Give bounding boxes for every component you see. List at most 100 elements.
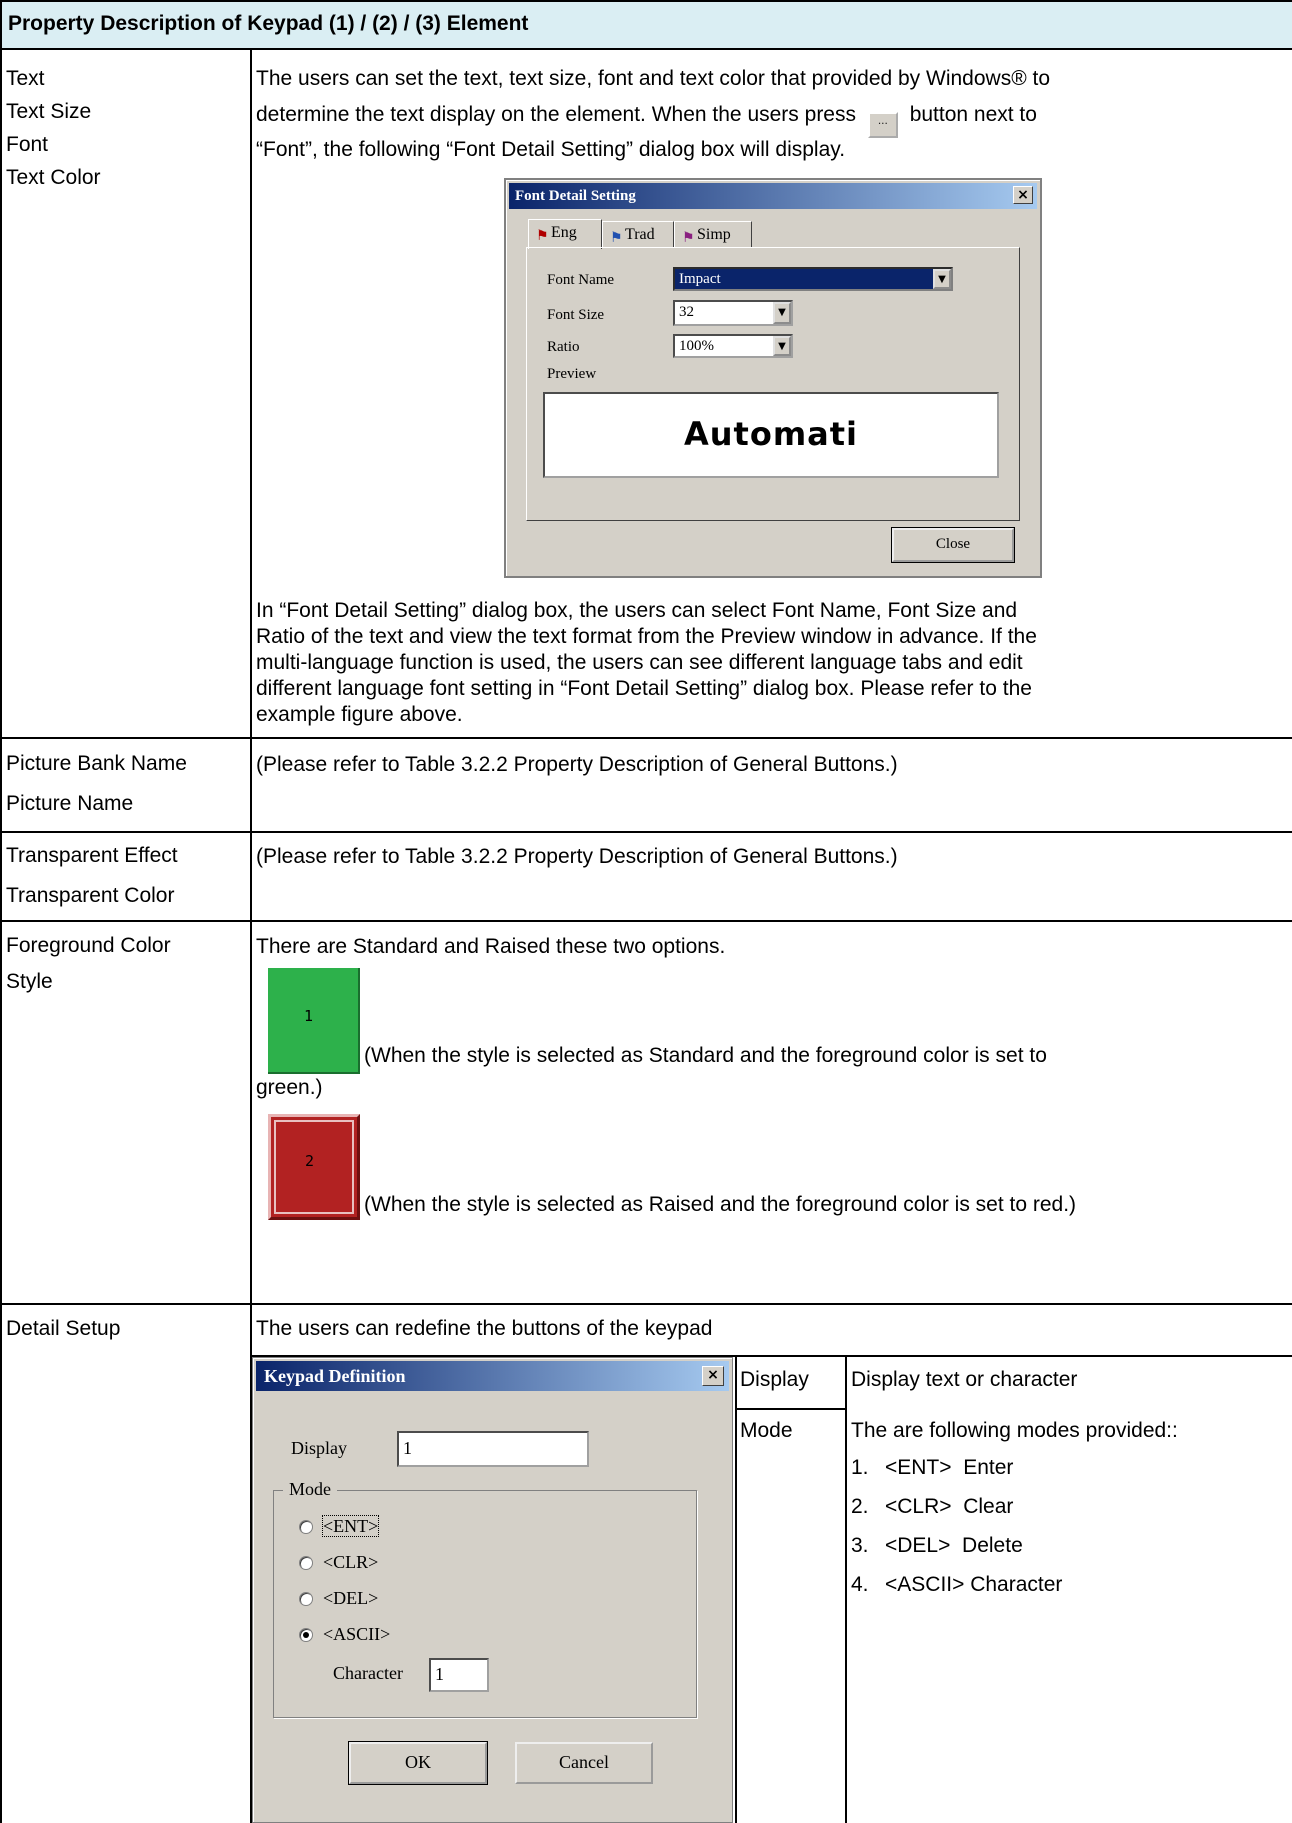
picture-desc: (Please refer to Table 3.2.2 Property De…: [256, 753, 898, 776]
transparent-props: Transparent Effect Transparent Color: [6, 836, 246, 916]
table-title: Property Description of Keypad (1) / (2)…: [8, 12, 529, 35]
desc-line: multi-language function is used, the use…: [256, 651, 1023, 674]
prop-label: Foreground Color: [6, 934, 171, 957]
divider: [845, 1355, 847, 1823]
character-label: Character: [333, 1663, 403, 1683]
select-value: 32: [679, 304, 694, 320]
select-value: Impact: [679, 271, 721, 287]
foreground-props: Foreground Color Style: [6, 928, 246, 1000]
desc-line: Ratio of the text and view the text form…: [256, 625, 1037, 648]
desc-line: determine the text display on the elemen…: [256, 95, 1286, 138]
character-input[interactable]: 1: [429, 1658, 489, 1692]
text-props: Text Text Size Font Text Color: [6, 62, 246, 194]
desc-line: different language font setting in “Font…: [256, 677, 1032, 700]
mode-definition: The are following modes provided::: [851, 1419, 1178, 1442]
display-definition: Display text or character: [851, 1368, 1078, 1391]
radio-clr[interactable]: [299, 1556, 313, 1570]
ratio-select[interactable]: 100% ▼: [673, 334, 793, 358]
chevron-down-icon[interactable]: ▼: [773, 336, 791, 356]
tab-eng[interactable]: ⚑ Eng: [528, 219, 602, 249]
tab-panel: Font Name Impact ▼ Font Size 32 ▼ Ratio …: [526, 247, 1020, 521]
display-label: Display: [291, 1438, 347, 1458]
chevron-down-icon[interactable]: ▼: [933, 269, 951, 289]
prop-label: Font: [6, 133, 49, 156]
list-text: <ENT> Enter: [885, 1456, 1014, 1479]
dialog-titlebar: Font Detail Setting: [509, 183, 1037, 209]
prop-label: Text: [6, 67, 45, 90]
option-ent[interactable]: <ENT>: [321, 1515, 380, 1537]
list-item: 1. <ENT> Enter: [851, 1448, 1286, 1487]
ellipsis-button[interactable]: ...: [867, 112, 898, 138]
divider: [0, 737, 1292, 739]
document-table: Property Description of Keypad (1) / (2)…: [0, 0, 1292, 1823]
radio-ent[interactable]: [299, 1520, 313, 1534]
close-icon[interactable]: ×: [1013, 186, 1033, 204]
raised-key-sample: 2: [268, 1114, 360, 1220]
list-number: 2.: [851, 1495, 869, 1518]
tab-simp[interactable]: ⚑ Simp: [674, 221, 752, 247]
font-size-select[interactable]: 32 ▼: [673, 300, 793, 326]
divider: [0, 1303, 1292, 1305]
font-size-label: Font Size: [547, 307, 605, 323]
keypad-definition-dialog: Keypad Definition × Display 1 Mode <ENT>…: [252, 1357, 733, 1823]
preview-label: Preview: [547, 366, 597, 382]
display-input[interactable]: 1: [397, 1431, 589, 1467]
divider: [0, 48, 1292, 50]
list-text: <DEL> Delete: [885, 1534, 1023, 1557]
prop-label: Picture Bank Name: [6, 752, 187, 775]
dialog-title: Keypad Definition: [264, 1366, 406, 1386]
divider: [0, 920, 1292, 922]
caption-text: (When the style is selected as Standard …: [364, 1044, 1047, 1067]
close-icon[interactable]: ×: [702, 1366, 724, 1386]
tab-strip: ⚑ Eng ⚑ Trad ⚑ Simp: [528, 219, 828, 249]
border-top: [0, 0, 1292, 2]
list-item: 4. <ASCII> Character: [851, 1565, 1286, 1604]
divider: [0, 831, 1292, 833]
mode-group-label: Mode: [283, 1479, 337, 1499]
border-left: [0, 0, 2, 1823]
font-detail-dialog: Font Detail Setting × ⚑ Eng ⚑ Trad ⚑ Simp F…: [504, 178, 1042, 578]
list-item: 2. <CLR> Clear: [851, 1487, 1286, 1526]
standard-caption: (When the style is selected as Standard …: [364, 1040, 1286, 1072]
desc-line: The users can set the text, text size, f…: [256, 67, 1051, 90]
dialog-titlebar: Keypad Definition: [256, 1361, 729, 1391]
list-number: 3.: [851, 1534, 869, 1557]
desc-text: determine the text display on the elemen…: [256, 103, 856, 126]
cancel-button[interactable]: Cancel: [515, 1742, 653, 1784]
radio-ascii[interactable]: [299, 1628, 313, 1642]
standard-caption-wrap: green.): [256, 1076, 323, 1099]
flag-icon: ⚑: [536, 228, 549, 244]
detail-desc: The users can redefine the buttons of th…: [256, 1317, 713, 1340]
option-del[interactable]: <DEL>: [323, 1588, 378, 1608]
chevron-down-icon[interactable]: ▼: [773, 302, 791, 324]
prop-label: Text Color: [6, 166, 101, 189]
foreground-desc: There are Standard and Raised these two …: [256, 935, 726, 958]
transparent-desc: (Please refer to Table 3.2.2 Property De…: [256, 845, 898, 868]
font-name-label: Font Name: [547, 272, 615, 288]
font-name-select[interactable]: Impact ▼: [673, 267, 953, 291]
desc-line: example figure above.: [256, 703, 463, 726]
option-ascii[interactable]: <ASCII>: [323, 1624, 390, 1644]
ratio-label: Ratio: [547, 339, 580, 355]
prop-label: Transparent Color: [6, 884, 175, 907]
ok-button[interactable]: OK: [348, 1741, 488, 1785]
desc-line: In “Font Detail Setting” dialog box, the…: [256, 599, 1018, 622]
tab-label: Trad: [625, 226, 655, 243]
prop-label: Picture Name: [6, 792, 134, 815]
raised-caption: (When the style is selected as Raised an…: [364, 1193, 1077, 1216]
standard-key-sample: 1: [268, 968, 360, 1074]
detail-prop: Detail Setup: [6, 1317, 121, 1340]
prop-label: Style: [6, 970, 53, 993]
picture-props: Picture Bank Name Picture Name: [6, 744, 246, 824]
option-clr[interactable]: <CLR>: [323, 1552, 378, 1572]
mode-term: Mode: [740, 1419, 793, 1442]
prop-label: Text Size: [6, 100, 92, 123]
select-value: 100%: [679, 338, 714, 354]
dialog-title: Font Detail Setting: [515, 188, 636, 204]
tab-trad[interactable]: ⚑ Trad: [602, 221, 674, 247]
text-desc-after: In “Font Detail Setting” dialog box, the…: [256, 598, 1286, 728]
desc-text: button next to: [909, 103, 1037, 126]
tab-label: Simp: [697, 226, 731, 243]
close-button[interactable]: Close: [891, 527, 1015, 563]
radio-del[interactable]: [299, 1592, 313, 1606]
